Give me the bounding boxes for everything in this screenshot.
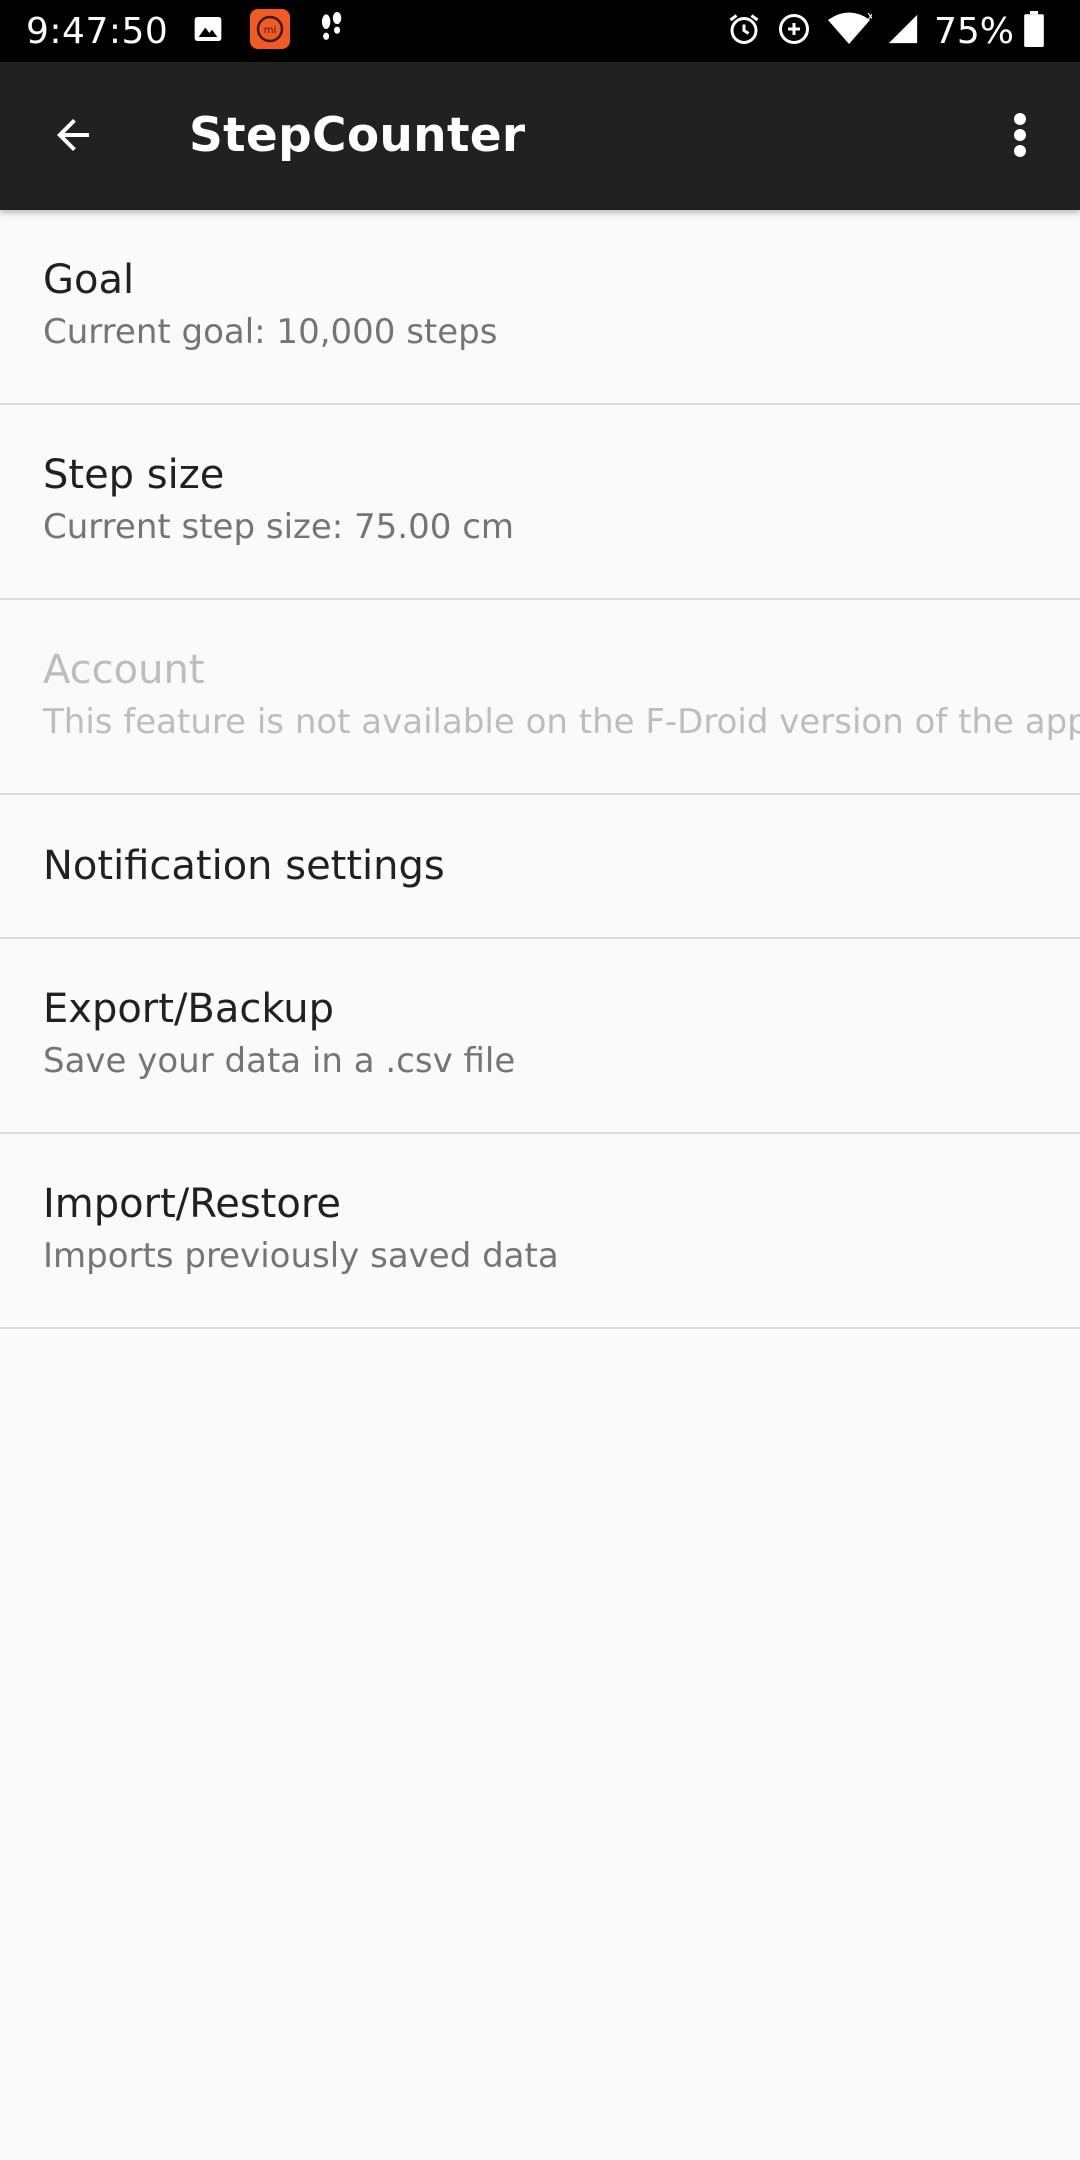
image-icon xyxy=(192,13,224,49)
app-title: StepCounter xyxy=(189,108,526,163)
pref-goal[interactable]: Goal Current goal: 10,000 steps xyxy=(0,210,1080,405)
svg-text:x: x xyxy=(867,11,872,23)
status-left: 9:47:50 mi xyxy=(26,9,372,53)
status-bar: 9:47:50 mi x 75% xyxy=(0,0,1080,62)
pref-step-size[interactable]: Step size Current step size: 75.00 cm xyxy=(0,405,1080,600)
pref-title: Goal xyxy=(43,257,135,303)
mi-app-icon: mi xyxy=(250,9,291,53)
data-saver-icon xyxy=(776,11,812,51)
alarm-icon xyxy=(726,11,762,51)
pref-summary: This feature is not available on the F-D… xyxy=(43,702,1080,742)
footsteps-icon xyxy=(316,12,346,50)
pref-account: Account This feature is not available on… xyxy=(0,600,1080,795)
pref-notification-settings[interactable]: Notification settings xyxy=(0,795,1080,939)
svg-text:mi: mi xyxy=(264,25,277,36)
pref-import-restore[interactable]: Import/Restore Imports previously saved … xyxy=(0,1134,1080,1329)
app-bar: StepCounter xyxy=(0,62,1080,210)
pref-summary: Current goal: 10,000 steps xyxy=(43,312,498,352)
status-right: x 75% xyxy=(726,9,1058,52)
status-time: 9:47:50 xyxy=(26,10,169,52)
pref-title: Account xyxy=(43,647,205,693)
more-vert-icon xyxy=(1012,111,1028,163)
pref-summary: Current step size: 75.00 cm xyxy=(43,507,515,547)
wifi-icon: x xyxy=(826,9,874,51)
pref-title: Notification settings xyxy=(43,843,445,889)
cell-signal-icon xyxy=(886,12,920,50)
back-button[interactable] xyxy=(38,102,108,172)
overflow-menu-button[interactable] xyxy=(990,102,1050,172)
pref-export-backup[interactable]: Export/Backup Save your data in a .csv f… xyxy=(0,939,1080,1134)
battery-icon xyxy=(1024,11,1044,51)
settings-list: Goal Current goal: 10,000 steps Step siz… xyxy=(0,210,1080,1329)
pref-title: Step size xyxy=(43,452,225,498)
arrow-back-icon xyxy=(49,111,97,163)
pref-summary: Imports previously saved data xyxy=(43,1236,559,1276)
pref-title: Import/Restore xyxy=(43,1181,342,1227)
battery-percent: 75% xyxy=(933,10,1014,52)
pref-title: Export/Backup xyxy=(43,986,335,1032)
pref-summary: Save your data in a .csv file xyxy=(43,1041,516,1081)
